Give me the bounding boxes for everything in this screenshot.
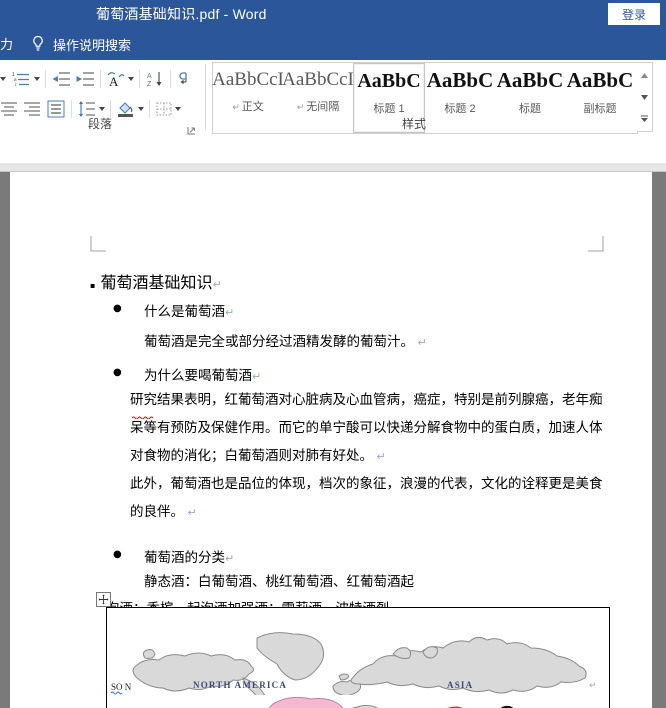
style-preview: AaBbC — [357, 70, 421, 92]
square-bullet-icon: ▪ — [90, 281, 96, 290]
style-label-text: 无间隔 — [306, 101, 340, 113]
multilevel-list-dropdown[interactable] — [34, 77, 40, 81]
paragraph: 研究结果表明，红葡萄酒对心脏病及心血管病，癌症，特别是前列腺癌，老年痴 — [130, 392, 603, 408]
svg-text:A: A — [109, 74, 119, 88]
group-label-paragraph: 段落 — [87, 117, 112, 131]
pilcrow-icon[interactable] — [176, 68, 194, 90]
style-label-text: 正文 — [241, 101, 264, 113]
style-label: 标题 — [519, 103, 541, 115]
paragraph-caret-left[interactable] — [0, 68, 6, 90]
lightbulb-icon — [30, 34, 46, 54]
asian-layout-dropdown[interactable] — [128, 77, 134, 81]
paragraph-mark-icon: ↵ — [184, 506, 197, 519]
paragraph: 静态酒：白葡萄酒、桃红葡萄酒、红葡萄酒起 — [144, 574, 414, 590]
paragraph: 呆等有预防及保健作用。而它的单宁酸可以快递分解食物中的蛋白质，加速人体 — [130, 420, 603, 436]
world-wine-regions-map[interactable]: NORTH AMERICA ASIA SO N ↵ — [106, 607, 610, 708]
svg-text:ASIA: ASIA — [447, 680, 473, 690]
tell-me-bar: 力 操作说明搜索 — [0, 28, 666, 60]
style-label: ↵ 无间隔 — [297, 98, 340, 114]
style-preview: AaBbC — [566, 68, 634, 92]
list-item-text: 为什么要喝葡萄酒 — [144, 368, 252, 384]
paragraph: 的良伴。 ↵ — [130, 500, 197, 520]
table-move-handle-icon[interactable] — [96, 592, 111, 607]
list-item: 葡萄酒的分类↵ — [144, 546, 234, 566]
world-wine-regions-map-continued[interactable]: EURO — [106, 695, 610, 708]
line-spacing-dropdown[interactable] — [99, 107, 105, 111]
style-preview: AaBbCcI — [282, 69, 354, 90]
document-heading: 葡萄酒基础知识 — [100, 273, 213, 292]
paragraph: 葡萄酒是完全或部分经过酒精发酵的葡萄汁。 ↵ — [144, 330, 427, 350]
bullet-icon: ● — [113, 549, 122, 560]
group-label-styles: 样式 — [401, 117, 426, 131]
style-preview: AaBbCcI — [212, 69, 284, 90]
svg-text:A: A — [147, 73, 152, 80]
ribbon-group-paragraph: 1 a i A A Z 段落 — [0, 60, 200, 136]
style-preview: AaBbC — [496, 68, 564, 92]
list-item-text: 什么是葡萄酒 — [144, 304, 225, 320]
paragraph-text: 对食物的消化；白葡萄酒则对肺有好处。 — [130, 448, 373, 464]
list-item-text: 葡萄酒的分类 — [144, 550, 225, 566]
multilevel-list-icon[interactable]: 1 a i — [12, 68, 32, 90]
paragraph-mark-icon: ↵ — [225, 306, 235, 319]
map-graphic-lower: EURO — [107, 695, 609, 708]
toolbar-separator — [139, 70, 140, 88]
increase-indent-icon[interactable] — [75, 68, 95, 90]
scroll-up-icon[interactable] — [638, 65, 652, 85]
style-label: 标题 2 — [444, 103, 476, 115]
style-label: 标题 1 — [373, 103, 405, 115]
spelling-squiggle — [131, 406, 156, 420]
list-item: 为什么要喝葡萄酒↵ — [144, 364, 261, 384]
document-canvas: ▪ 葡萄酒基础知识↵ ● 什么是葡萄酒↵ 葡萄酒是完全或部分经过酒精发酵的葡萄汁… — [0, 163, 666, 708]
ribbon-tab-overflow-label[interactable]: 力 — [0, 34, 13, 53]
paragraph-mark-icon: ↵ — [252, 370, 262, 383]
pilcrow-mark-icon: ↵ — [296, 102, 305, 112]
document-title: 葡萄酒基础知识.pdf - Word — [96, 6, 267, 22]
list-item: 什么是葡萄酒↵ — [144, 300, 234, 320]
styles-gallery-scrollbar[interactable] — [637, 62, 653, 132]
ribbon-group-styles: AaBbCcI ↵ 正文 AaBbCcI ↵ 无间隔 AaBbC 标题 1 AaBb… — [212, 60, 666, 136]
word-application-window: 葡萄酒基础知识.pdf - Word 登录 力 操作说明搜索 1 a i A A… — [0, 0, 666, 708]
bullet-icon: ● — [113, 303, 122, 314]
borders-dropdown[interactable] — [175, 107, 181, 111]
svg-text:NORTH AMERICA: NORTH AMERICA — [193, 680, 287, 690]
toolbar-separator — [100, 70, 101, 88]
tell-me-search-input[interactable]: 操作说明搜索 — [53, 35, 131, 54]
scroll-down-icon[interactable] — [638, 87, 652, 107]
paragraph-text: 的良伴。 — [130, 504, 184, 520]
asian-layout-icon[interactable]: A — [106, 68, 126, 90]
ruler-strip — [0, 163, 666, 172]
document-text-body[interactable]: ▪ 葡萄酒基础知识↵ ● 什么是葡萄酒↵ 葡萄酒是完全或部分经过酒精发酵的葡萄汁… — [10, 172, 652, 708]
svg-text:SO N: SO N — [111, 682, 132, 692]
paragraph-mark-icon: ↵ — [373, 450, 386, 463]
bullet-icon: ● — [113, 367, 122, 378]
style-preview: AaBbC — [426, 68, 494, 92]
style-label: ↵ 正文 — [232, 98, 264, 114]
more-styles-icon[interactable] — [638, 109, 652, 129]
document-heading-line: ▪ 葡萄酒基础知识↵ — [90, 269, 222, 293]
svg-text:Z: Z — [147, 81, 152, 88]
toolbar-separator — [170, 70, 171, 88]
paragraph-mark-icon: ↵ — [414, 336, 427, 349]
paragraph-text: 葡萄酒是完全或部分经过酒精发酵的葡萄汁。 — [144, 334, 414, 350]
style-label: 副标题 — [583, 103, 617, 115]
title-bar: 葡萄酒基础知识.pdf - Word 登录 — [0, 0, 666, 28]
decrease-indent-icon[interactable] — [51, 68, 71, 90]
paragraph-dialog-launcher[interactable] — [187, 122, 196, 135]
sort-az-icon[interactable]: A Z — [145, 68, 165, 90]
paragraph: 对食物的消化；白葡萄酒则对肺有好处。 ↵ — [130, 444, 386, 464]
shading-dropdown[interactable] — [138, 107, 144, 111]
toolbar-separator — [45, 70, 46, 88]
svg-text:i: i — [15, 82, 16, 87]
svg-text:↵: ↵ — [589, 680, 597, 690]
paragraph-mark-icon: ↵ — [212, 278, 222, 291]
ribbon: 1 a i A A Z 段落 AaBbCcI ↵ 正文 AaBbCcI ↵ 无间… — [0, 60, 666, 164]
pilcrow-mark-icon: ↵ — [232, 102, 240, 112]
document-page[interactable]: ▪ 葡萄酒基础知识↵ ● 什么是葡萄酒↵ 葡萄酒是完全或部分经过酒精发酵的葡萄汁… — [10, 172, 652, 708]
sign-in-button[interactable]: 登录 — [608, 3, 660, 25]
map-graphic: NORTH AMERICA ASIA SO N ↵ — [107, 608, 609, 708]
paragraph-mark-icon: ↵ — [225, 552, 235, 565]
paragraph: 此外，葡萄酒也是品位的体现，档次的象征，浪漫的代表，文化的诠释更是美食 — [130, 476, 603, 492]
